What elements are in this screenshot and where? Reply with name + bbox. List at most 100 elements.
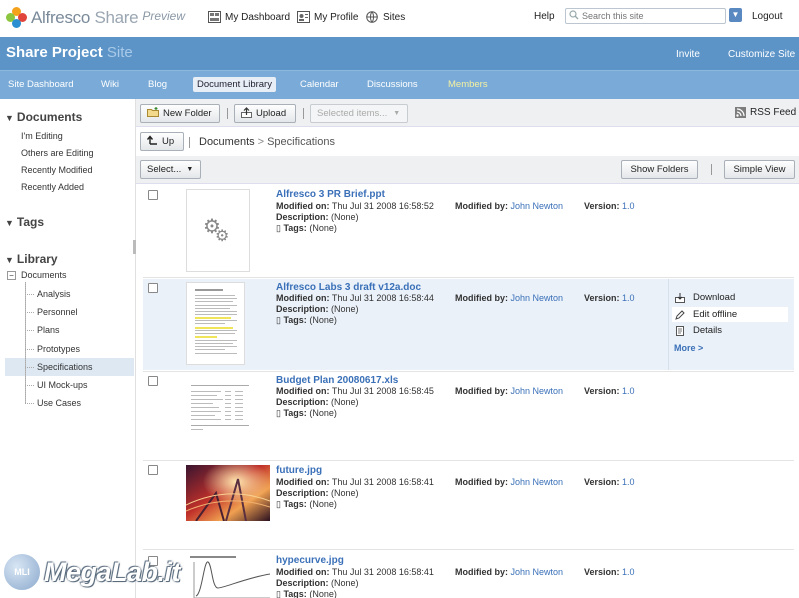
nav-discussions[interactable]: Discussions <box>367 79 418 90</box>
document-thumbnail[interactable] <box>186 554 270 598</box>
triangle-down-icon: ▼ <box>5 218 14 228</box>
document-thumbnail[interactable]: ⚙ ⚙ <box>186 189 250 272</box>
invite-link[interactable]: Invite <box>676 49 700 60</box>
document-name[interactable]: Alfresco Labs 3 draft v12a.doc <box>276 282 421 293</box>
tree-folder-prototypes[interactable]: Prototypes <box>37 344 80 354</box>
tags-heading[interactable]: ▼ Tags <box>5 215 44 229</box>
select-menu-button[interactable]: Select... ▼ <box>140 160 201 179</box>
site-title-bar: Share Project Site Invite Customize Site <box>0 37 799 70</box>
filter-recently-modified[interactable]: Recently Modified <box>21 165 93 175</box>
rss-feed-link[interactable]: RSS Feed <box>735 107 796 118</box>
filter-others-editing[interactable]: Others are Editing <box>21 148 94 158</box>
tree-folder-documents[interactable]: Documents <box>21 270 67 280</box>
document-checkbox[interactable] <box>148 465 158 475</box>
modified-by: Modified by: John Newton <box>455 567 564 577</box>
download-icon <box>675 292 685 303</box>
search-options-dropdown[interactable]: ▼ <box>729 8 742 22</box>
document-actions-panel: Download Edit offline Details More > <box>668 279 794 370</box>
top-header: Alfresco Share Preview My Dashboard My P… <box>0 0 799 37</box>
chevron-down-icon: ▼ <box>731 10 740 19</box>
search-input[interactable] <box>582 11 722 21</box>
my-profile-link[interactable]: My Profile <box>297 11 358 23</box>
document-checkbox[interactable] <box>148 376 158 386</box>
new-folder-button[interactable]: New Folder <box>140 104 220 123</box>
tree-folder-analysis[interactable]: Analysis <box>37 289 71 299</box>
document-library-sidebar: ▼ Documents I'm Editing Others are Editin… <box>0 99 136 598</box>
library-heading[interactable]: ▼ Library <box>5 252 58 266</box>
tree-collapse-icon[interactable]: − <box>7 271 16 280</box>
document-name[interactable]: Alfresco 3 PR Brief.ppt <box>276 189 385 200</box>
nav-blog[interactable]: Blog <box>148 79 167 90</box>
modified-by: Modified by: John Newton <box>455 477 564 487</box>
document-row[interactable]: ⚙ ⚙ Alfresco 3 PR Brief.ppt Modified on:… <box>143 185 794 277</box>
nav-calendar[interactable]: Calendar <box>300 79 339 90</box>
tree-folder-personnel[interactable]: Personnel <box>37 307 78 317</box>
logout-link[interactable]: Logout <box>752 11 783 22</box>
breadcrumb-documents[interactable]: Documents <box>199 136 255 148</box>
upload-label: Upload <box>256 108 287 119</box>
site-title: Share Project Site <box>6 44 133 61</box>
documents-filter-heading[interactable]: ▼ Documents <box>5 110 82 124</box>
alfresco-logo[interactable]: Alfresco Share Preview <box>6 6 185 30</box>
more-actions-link[interactable]: More > <box>674 343 703 353</box>
version: Version: 1.0 <box>584 201 635 211</box>
filter-im-editing[interactable]: I'm Editing <box>21 131 63 141</box>
modifier-link[interactable]: John Newton <box>511 567 564 577</box>
document-checkbox[interactable] <box>148 190 158 200</box>
tree-folder-specifications[interactable]: Specifications <box>37 362 93 372</box>
triangle-down-icon: ▼ <box>5 113 14 123</box>
sites-link[interactable]: Sites <box>366 11 405 23</box>
details-action[interactable]: Details <box>675 325 722 336</box>
tag-icon: ▯ <box>276 223 281 233</box>
list-options-bar <box>136 156 799 184</box>
upload-button[interactable]: Upload <box>234 104 296 123</box>
hypecurve-image-preview <box>186 554 270 598</box>
document-checkbox[interactable] <box>148 283 158 293</box>
profile-icon <box>297 11 310 23</box>
tag-icon: ▯ <box>276 315 281 325</box>
nav-members[interactable]: Members <box>448 79 488 90</box>
version: Version: 1.0 <box>584 293 635 303</box>
modifier-link[interactable]: John Newton <box>511 293 564 303</box>
edit-offline-action[interactable]: Edit offline <box>672 307 788 322</box>
modifier-link[interactable]: John Newton <box>511 477 564 487</box>
document-thumbnail[interactable] <box>186 282 245 365</box>
search-box[interactable] <box>565 8 726 24</box>
selected-items-menu[interactable]: Selected items... ▼ <box>310 104 408 123</box>
document-name[interactable]: hypecurve.jpg <box>276 555 344 566</box>
simple-view-button[interactable]: Simple View <box>724 160 795 179</box>
document-row[interactable]: Budget Plan 20080617.xls Modified on: Th… <box>143 372 794 460</box>
tree-folder-plans[interactable]: Plans <box>37 325 60 335</box>
sidebar-resize-handle[interactable] <box>133 240 136 254</box>
modified-by: Modified by: John Newton <box>455 386 564 396</box>
document-metadata: Modified on: Thu Jul 31 2008 16:58:41 De… <box>276 477 434 509</box>
document-thumbnail[interactable] <box>186 465 270 521</box>
nav-document-library[interactable]: Document Library <box>193 77 276 92</box>
new-folder-icon <box>147 107 159 120</box>
my-dashboard-link[interactable]: My Dashboard <box>208 11 290 23</box>
help-link[interactable]: Help <box>534 11 555 22</box>
select-label: Select... <box>147 164 182 175</box>
nav-site-dashboard[interactable]: Site Dashboard <box>8 79 73 90</box>
download-action[interactable]: Download <box>675 292 735 303</box>
show-folders-button[interactable]: Show Folders <box>621 160 698 179</box>
document-name[interactable]: Budget Plan 20080617.xls <box>276 375 398 386</box>
tag-icon: ▯ <box>276 589 281 598</box>
document-row[interactable]: hypecurve.jpg Modified on: Thu Jul 31 20… <box>143 551 794 598</box>
nav-wiki[interactable]: Wiki <box>101 79 119 90</box>
modifier-link[interactable]: John Newton <box>511 201 564 211</box>
modifier-link[interactable]: John Newton <box>511 386 564 396</box>
document-thumbnail[interactable] <box>186 376 252 436</box>
up-folder-button[interactable]: Up <box>140 132 184 151</box>
customize-site-link[interactable]: Customize Site <box>728 49 795 60</box>
tree-folder-use-cases[interactable]: Use Cases <box>37 398 81 408</box>
tag-icon: ▯ <box>276 499 281 509</box>
rss-feed-label: RSS Feed <box>750 107 797 118</box>
document-name[interactable]: future.jpg <box>276 465 322 476</box>
version: Version: 1.0 <box>584 567 635 577</box>
filter-recently-added[interactable]: Recently Added <box>21 182 84 192</box>
tree-folder-ui-mockups[interactable]: UI Mock-ups <box>37 380 88 390</box>
document-row[interactable]: future.jpg Modified on: Thu Jul 31 2008 … <box>143 461 794 549</box>
future-image-preview <box>186 465 270 521</box>
up-label: Up <box>162 136 175 147</box>
